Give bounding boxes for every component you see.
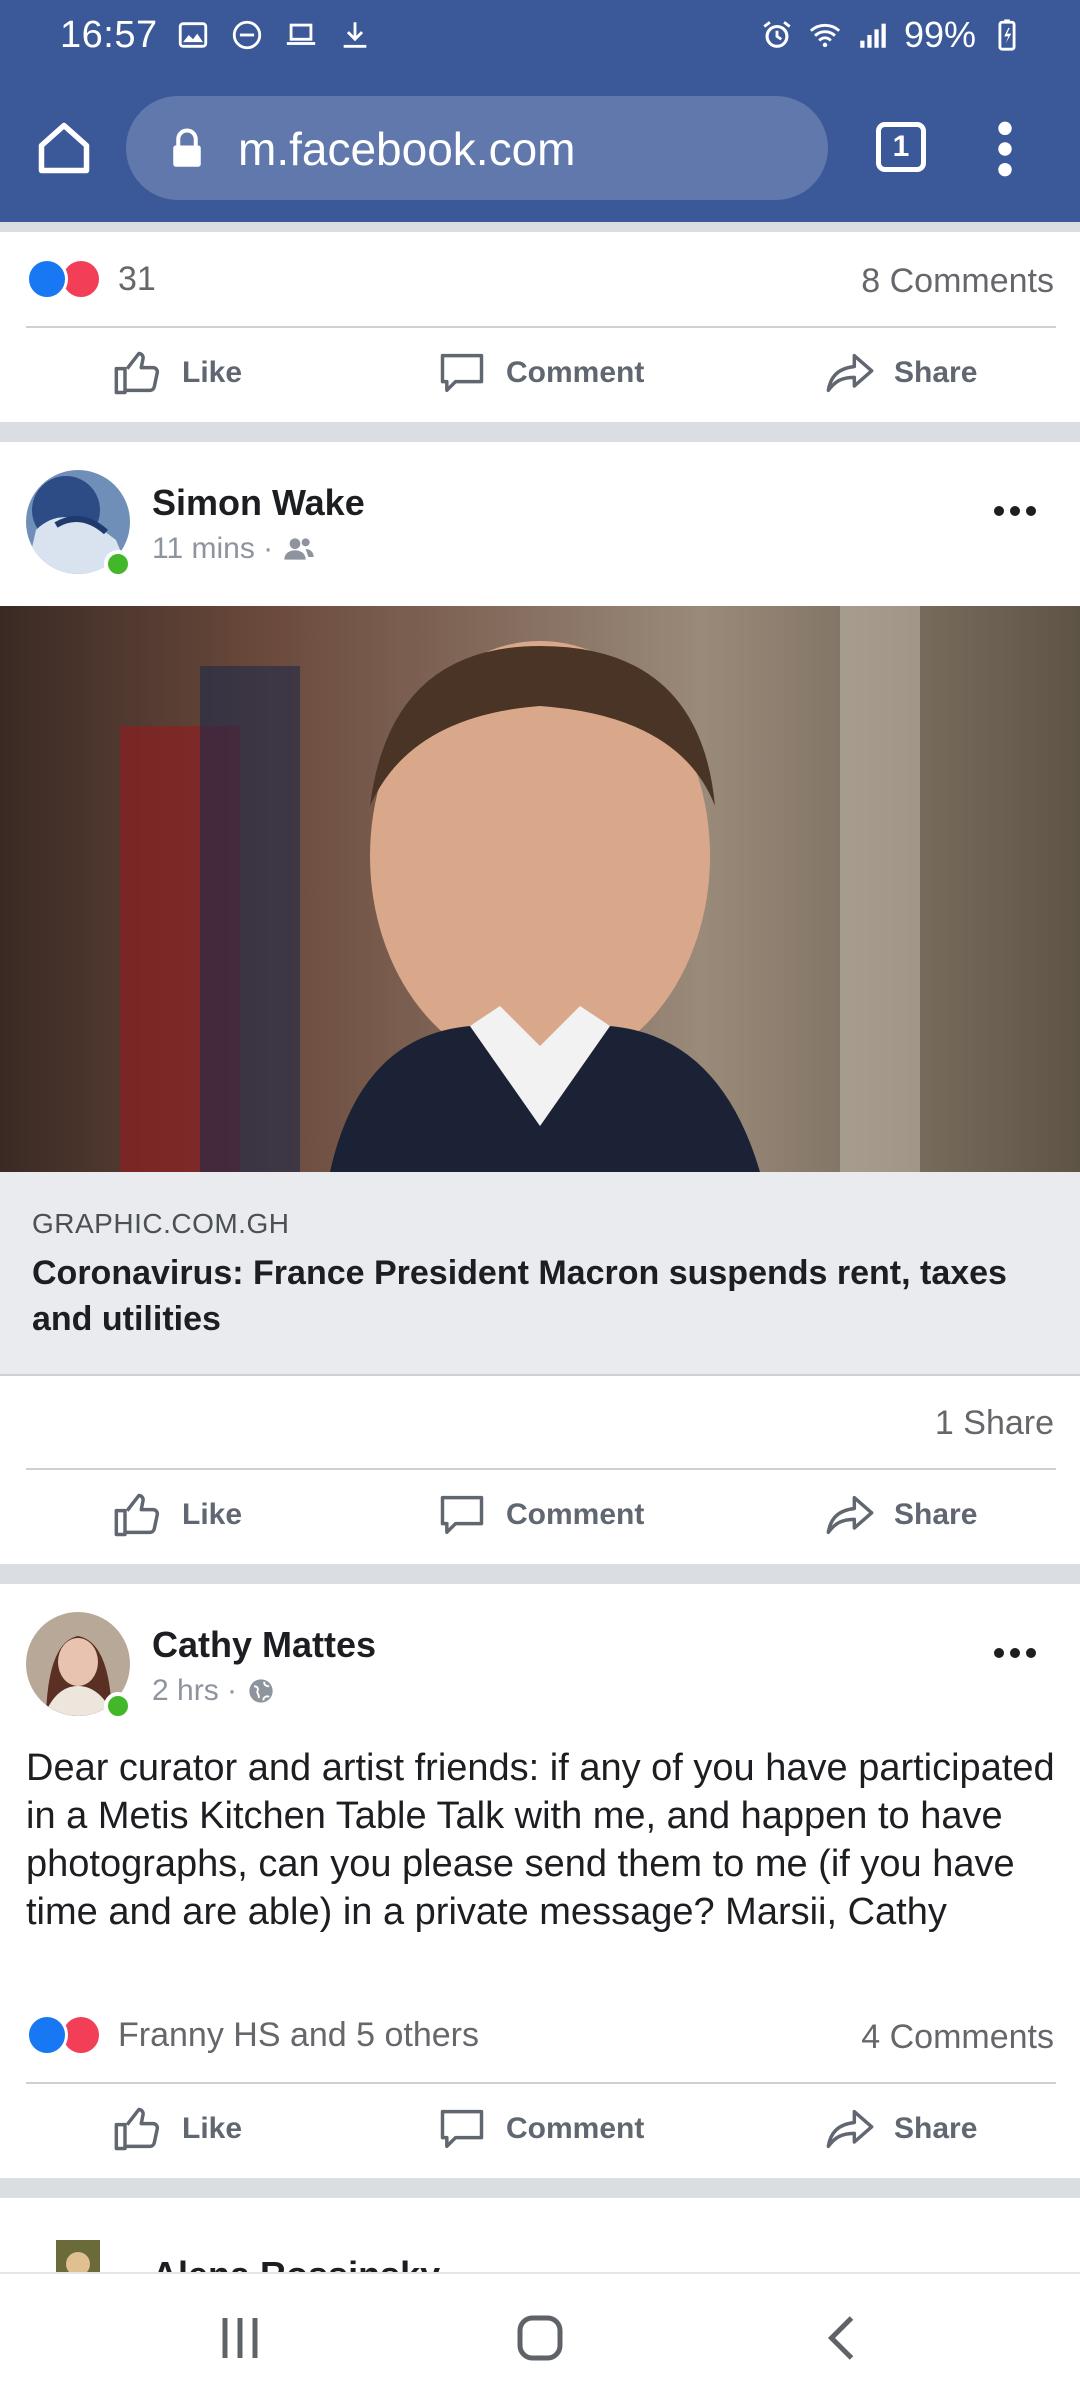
like-reaction-icon — [26, 258, 68, 300]
back-icon[interactable] — [814, 2308, 874, 2368]
avatar[interactable] — [26, 2224, 130, 2272]
share-label: Share — [894, 1498, 978, 1531]
comment-label: Comment — [506, 356, 645, 389]
comment-label: Comment — [506, 2112, 645, 2145]
recents-icon[interactable] — [210, 2308, 270, 2368]
post-meta: 2 hrs · — [152, 1674, 275, 1708]
system-nav-bar — [0, 2272, 1080, 2400]
home-nav-icon[interactable] — [510, 2308, 570, 2368]
status-bar: 16:57 99% — [0, 0, 1080, 76]
comment-label: Comment — [506, 1498, 645, 1531]
post-time[interactable]: 2 hrs · — [152, 1674, 237, 1708]
thumbs-up-icon — [114, 1493, 160, 1537]
comment-button[interactable]: Comment — [436, 1470, 644, 1560]
like-button[interactable]: Like — [112, 328, 242, 418]
url-bar-row: m.facebook.com 1 — [0, 96, 1080, 202]
tab-switcher-button[interactable]: 1 — [876, 122, 926, 172]
battery-percent: 99% — [903, 14, 976, 55]
share-icon — [826, 2109, 874, 2149]
feed-divider — [0, 422, 1080, 442]
separator — [0, 1374, 1080, 1376]
online-status-dot — [104, 1692, 132, 1720]
link-preview-image[interactable] — [0, 606, 1080, 1172]
link-domain: GRAPHIC.COM.GH — [32, 1208, 290, 1239]
dnd-icon — [232, 20, 262, 50]
post-time[interactable]: 11 mins · — [152, 532, 273, 566]
friends-icon — [284, 538, 314, 560]
share-button[interactable]: Share — [824, 328, 977, 418]
download-icon — [343, 22, 367, 48]
post-options-button[interactable] — [990, 496, 1040, 526]
macron-photo — [0, 606, 1080, 1172]
wifi-icon — [809, 23, 841, 48]
online-status-dot — [104, 550, 132, 578]
post-header-alena: Alena Rossinsky — [0, 2202, 1080, 2272]
share-label: Share — [894, 2112, 978, 2145]
like-label: Like — [182, 356, 243, 389]
address-bar[interactable]: m.facebook.com — [126, 96, 828, 200]
like-reaction-icon — [26, 2014, 68, 2056]
reaction-count: 31 — [118, 259, 156, 298]
post-meta: 11 mins · — [152, 532, 315, 566]
thumbs-up-icon — [114, 351, 160, 395]
url-text: m.facebook.com — [238, 123, 576, 175]
post2-action-bar: Like Comment Share — [0, 2084, 1080, 2174]
comment-button[interactable]: Comment — [436, 328, 644, 418]
share-icon — [826, 353, 874, 393]
feed-divider — [0, 1564, 1080, 1584]
signal-icon — [860, 23, 886, 48]
author-name[interactable]: Alena Rossinsky — [152, 2254, 440, 2272]
post2-comments-count[interactable]: 4 Comments — [861, 2018, 1054, 2057]
share-label: Share — [894, 356, 978, 389]
battery-icon — [998, 19, 1016, 51]
link-preview-card[interactable]: GRAPHIC.COM.GH Coronavirus: France Presi… — [0, 1172, 1080, 1376]
author-name[interactable]: Simon Wake — [152, 482, 365, 524]
post-options-button[interactable] — [990, 1638, 1040, 1668]
post-text: Dear curator and artist friends: if any … — [26, 1747, 1055, 1933]
like-label: Like — [182, 1498, 243, 1531]
status-time: 16:57 — [60, 14, 158, 56]
comment-button[interactable]: Comment — [436, 2084, 644, 2174]
status-icons-right: 99% — [760, 14, 1024, 56]
thumbs-up-icon — [114, 2107, 160, 2151]
prev-post-action-bar: Like Comment Share — [0, 328, 1080, 418]
prev-post-comments-count[interactable]: 8 Comments — [861, 262, 1054, 301]
share-button[interactable]: Share — [824, 2084, 977, 2174]
chrome-shadow — [0, 222, 1080, 232]
comment-icon — [440, 353, 484, 393]
avatar-image — [26, 2224, 130, 2272]
feed-divider — [0, 2178, 1080, 2198]
prev-post-reactions[interactable]: 31 — [26, 258, 156, 300]
lock-icon — [173, 128, 201, 167]
shares-count[interactable]: 1 Share — [935, 1404, 1054, 1443]
share-icon — [826, 1495, 874, 1535]
share-button[interactable]: Share — [824, 1470, 977, 1560]
post1-action-bar: Like Comment Share — [0, 1470, 1080, 1560]
post2-reactions[interactable]: Franny HS and 5 others — [26, 2014, 479, 2056]
post-header-simon: Simon Wake 11 mins · — [0, 446, 1080, 586]
globe-icon — [249, 1679, 273, 1703]
reaction-names: Franny HS and 5 others — [118, 2015, 479, 2054]
laptop-icon — [286, 23, 316, 45]
browser-chrome: 16:57 99% m.facebook.com 1 — [0, 0, 1080, 222]
link-title: Coronavirus: France President Macron sus… — [32, 1254, 1007, 1338]
like-button[interactable]: Like — [112, 2084, 242, 2174]
comment-icon — [440, 1495, 484, 1535]
like-label: Like — [182, 2112, 243, 2145]
post-header-cathy: Cathy Mattes 2 hrs · — [0, 1588, 1080, 1728]
author-name[interactable]: Cathy Mattes — [152, 1624, 376, 1666]
status-icons-left — [176, 18, 372, 52]
like-button[interactable]: Like — [112, 1470, 242, 1560]
overflow-menu-icon[interactable] — [990, 118, 1020, 180]
comment-icon — [440, 2109, 484, 2149]
image-icon — [178, 22, 208, 48]
home-icon[interactable] — [34, 118, 94, 178]
alarm-icon — [763, 21, 791, 48]
